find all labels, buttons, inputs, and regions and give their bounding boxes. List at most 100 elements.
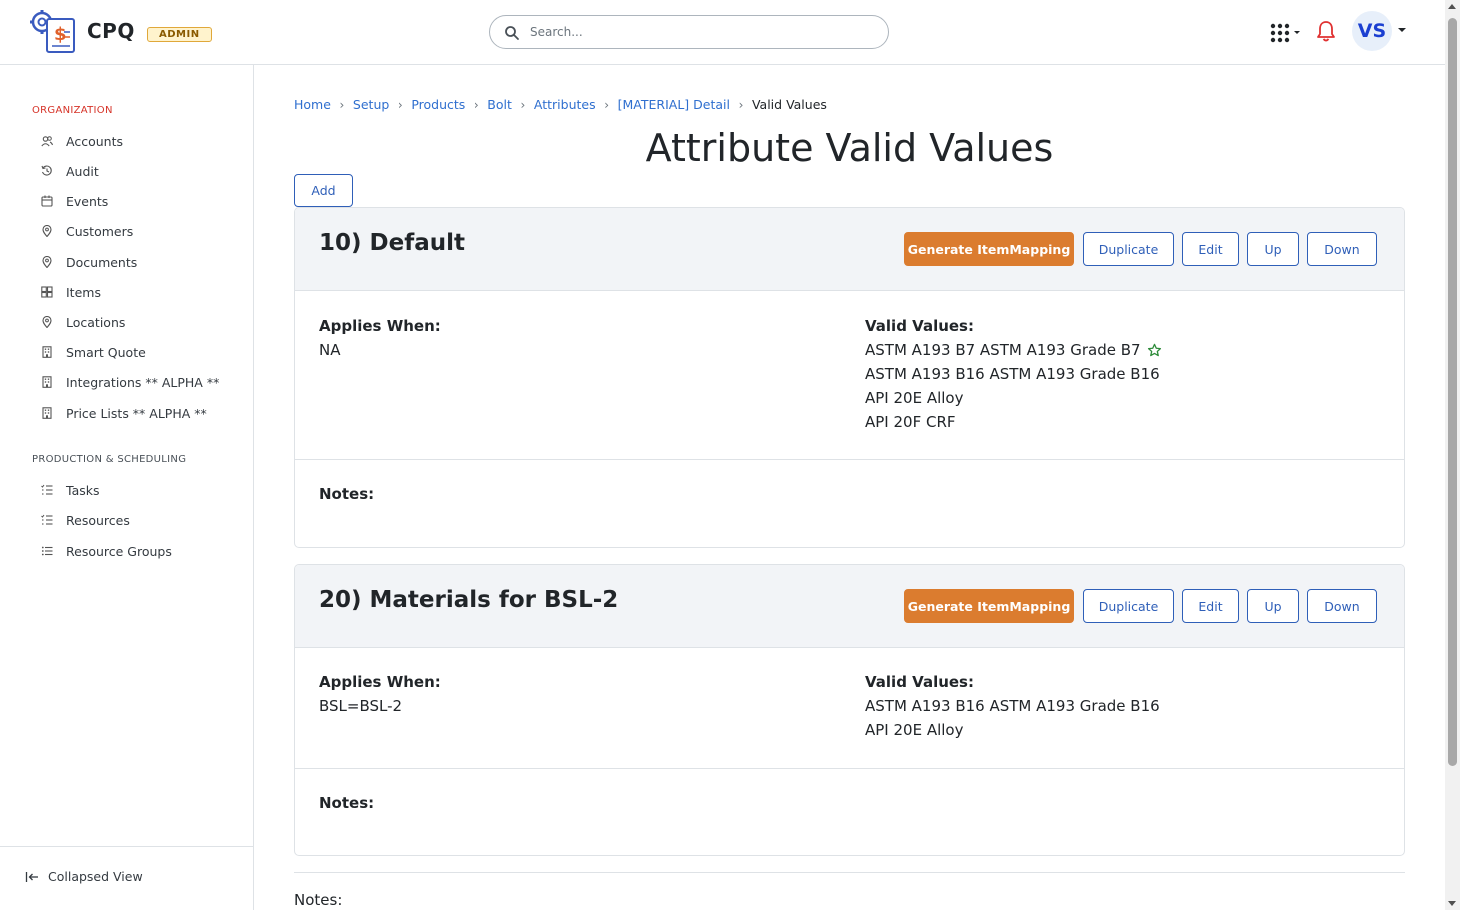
valid-values-card: 20) Materials for BSL-2 Generate ItemMap… <box>294 564 1405 856</box>
sidebar-item-label: Documents <box>66 254 138 270</box>
valid-value-item: API 20F CRF <box>865 410 1162 434</box>
up-button[interactable]: Up <box>1247 589 1299 623</box>
card-title: 10) Default <box>319 230 465 256</box>
collapse-left-icon <box>25 871 38 882</box>
sidebar-item-accounts[interactable]: Accounts <box>40 131 123 151</box>
valid-value-item: API 20E Alloy <box>865 386 1162 410</box>
collapsed-view-toggle[interactable]: Collapsed View <box>25 869 143 884</box>
sidebar-item-events[interactable]: Events <box>40 191 108 211</box>
generate-itemmapping-button[interactable]: Generate ItemMapping <box>904 589 1074 623</box>
generate-itemmapping-button[interactable]: Generate ItemMapping <box>904 232 1074 266</box>
chevron-right-icon: › <box>604 97 610 112</box>
sidebar-item-label: Resource Groups <box>66 543 172 559</box>
building-icon <box>40 406 54 420</box>
sidebar-item-smart-quote[interactable]: Smart Quote <box>40 342 146 362</box>
apps-grid-icon[interactable] <box>1270 22 1302 44</box>
valid-value-text: ASTM A193 B16 ASTM A193 Grade B16 <box>865 365 1160 383</box>
cpq-logo-icon[interactable]: $ <box>30 10 76 54</box>
section-organization: ORGANIZATION <box>32 105 113 116</box>
valid-value-text: ASTM A193 B16 ASTM A193 Grade B16 <box>865 697 1160 715</box>
sidebar: ORGANIZATION Accounts Audit Events Custo… <box>0 65 254 910</box>
edit-button[interactable]: Edit <box>1182 589 1239 623</box>
sidebar-footer: Collapsed View <box>0 846 253 910</box>
valid-value-text: API 20E Alloy <box>865 389 964 407</box>
valid-values-list: ASTM A193 B16 ASTM A193 Grade B16 API 20… <box>865 694 1160 742</box>
sidebar-item-label: Accounts <box>66 133 123 149</box>
collapsed-view-label: Collapsed View <box>48 869 143 884</box>
top-header: $ CPQ ADMIN VS <box>0 0 1445 65</box>
sidebar-item-label: Tasks <box>66 482 100 498</box>
card-divider <box>295 459 1404 460</box>
notes-label: Notes: <box>319 485 375 503</box>
sidebar-item-price-lists[interactable]: Price Lists ** ALPHA ** <box>40 403 207 423</box>
search-input[interactable] <box>530 23 870 41</box>
history-icon <box>40 164 54 178</box>
down-button[interactable]: Down <box>1307 589 1377 623</box>
breadcrumb-material-detail[interactable]: [MATERIAL] Detail <box>618 97 730 112</box>
down-button[interactable]: Down <box>1307 232 1377 266</box>
bell-icon[interactable] <box>1316 20 1336 42</box>
map-pin-icon <box>40 315 54 329</box>
duplicate-button[interactable]: Duplicate <box>1083 589 1174 623</box>
search-box[interactable] <box>489 15 889 49</box>
scroll-up-arrow-icon[interactable] <box>1448 4 1456 9</box>
sidebar-item-tasks[interactable]: Tasks <box>40 480 100 500</box>
sidebar-item-resources[interactable]: Resources <box>40 510 130 530</box>
applies-when-label: Applies When: <box>319 673 441 691</box>
valid-value-item: ASTM A193 B16 ASTM A193 Grade B16 <box>865 362 1162 386</box>
card-divider <box>295 768 1404 769</box>
sidebar-item-label: Price Lists ** ALPHA ** <box>66 405 207 421</box>
sidebar-item-label: Resources <box>66 512 130 528</box>
valid-values-card: 10) Default Generate ItemMapping Duplica… <box>294 207 1405 548</box>
chevron-right-icon: › <box>339 97 345 112</box>
sidebar-item-label: Customers <box>66 223 134 239</box>
users-icon <box>40 134 54 148</box>
user-avatar[interactable]: VS <box>1352 11 1392 51</box>
notes-label: Notes: <box>319 794 375 812</box>
map-pin-icon <box>40 224 54 238</box>
breadcrumb-bolt[interactable]: Bolt <box>487 97 512 112</box>
add-button[interactable]: Add <box>294 174 353 207</box>
card-header: 20) Materials for BSL-2 Generate ItemMap… <box>295 565 1404 648</box>
sidebar-item-customers[interactable]: Customers <box>40 221 133 241</box>
sidebar-item-label: Items <box>66 284 101 300</box>
breadcrumb-home[interactable]: Home <box>294 97 331 112</box>
sidebar-item-label: Integrations ** ALPHA ** <box>66 374 220 390</box>
map-pin-icon <box>40 255 54 269</box>
breadcrumb: Home › Setup › Products › Bolt › Attribu… <box>294 97 827 112</box>
chevron-right-icon: › <box>738 97 744 112</box>
admin-badge: ADMIN <box>147 27 212 42</box>
up-button[interactable]: Up <box>1247 232 1299 266</box>
breadcrumb-products[interactable]: Products <box>411 97 465 112</box>
sidebar-item-locations[interactable]: Locations <box>40 312 125 332</box>
sidebar-item-resource-groups[interactable]: Resource Groups <box>40 541 172 561</box>
applies-when-value: BSL=BSL-2 <box>319 697 403 715</box>
edit-button[interactable]: Edit <box>1182 232 1239 266</box>
sidebar-item-documents[interactable]: Documents <box>40 252 137 272</box>
sidebar-item-label: Locations <box>66 314 126 330</box>
breadcrumb-attributes[interactable]: Attributes <box>534 97 596 112</box>
page-scrollbar[interactable] <box>1445 0 1460 910</box>
valid-value-item: ASTM A193 B16 ASTM A193 Grade B16 <box>865 694 1160 718</box>
valid-value-item: ASTM A193 B7 ASTM A193 Grade B7 <box>865 338 1162 362</box>
building-icon <box>40 345 54 359</box>
list-check-icon <box>40 513 54 527</box>
scroll-down-arrow-icon[interactable] <box>1448 901 1456 906</box>
scrollbar-thumb[interactable] <box>1448 18 1457 766</box>
caret-down-icon[interactable] <box>1398 27 1406 33</box>
svg-text:$: $ <box>54 24 67 45</box>
boxes-icon <box>40 285 54 299</box>
breadcrumb-setup[interactable]: Setup <box>353 97 389 112</box>
card-title: 20) Materials for BSL-2 <box>319 587 619 613</box>
chevron-right-icon: › <box>473 97 479 112</box>
sidebar-item-label: Smart Quote <box>66 344 146 360</box>
section-production-scheduling: PRODUCTION & SCHEDULING <box>32 454 187 465</box>
sidebar-item-audit[interactable]: Audit <box>40 161 99 181</box>
card-header: 10) Default Generate ItemMapping Duplica… <box>295 208 1404 291</box>
valid-value-text: ASTM A193 B7 ASTM A193 Grade B7 <box>865 341 1141 359</box>
sidebar-item-integrations[interactable]: Integrations ** ALPHA ** <box>40 372 219 392</box>
search-icon <box>505 26 519 40</box>
star-icon[interactable] <box>1147 343 1162 358</box>
duplicate-button[interactable]: Duplicate <box>1083 232 1174 266</box>
sidebar-item-items[interactable]: Items <box>40 282 101 302</box>
